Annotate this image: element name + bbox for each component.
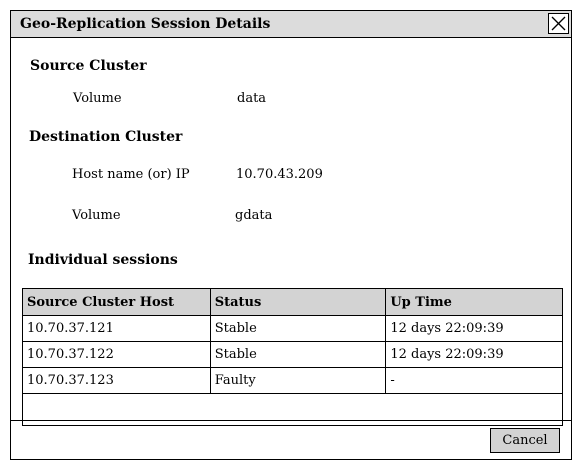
close-button[interactable] xyxy=(548,13,569,34)
column-header-status[interactable]: Status xyxy=(209,288,387,316)
table-header-row: Source Cluster Host Status Up Time xyxy=(22,288,563,316)
close-icon xyxy=(551,16,566,31)
row-status: Stable xyxy=(209,341,387,368)
row-source-host: 10.70.37.123 xyxy=(22,367,211,394)
destination-host-value: 10.70.43.209 xyxy=(236,167,323,182)
source-volume-label: Volume xyxy=(73,91,122,106)
destination-volume-label: Volume xyxy=(72,208,121,223)
source-volume-value: data xyxy=(237,91,267,106)
row-status: Faulty xyxy=(209,367,387,394)
geo-replication-dialog: Geo-Replication Session Details Source C… xyxy=(10,10,572,460)
source-cluster-heading: Source Cluster xyxy=(30,58,147,74)
table-row[interactable]: 10.70.37.122 Stable 12 days 22:09:39 xyxy=(22,341,563,368)
sessions-table: Source Cluster Host Status Up Time 10.70… xyxy=(22,288,563,394)
column-header-up-time[interactable]: Up Time xyxy=(385,288,563,316)
cancel-button[interactable]: Cancel xyxy=(490,428,560,453)
row-up-time: 12 days 22:09:39 xyxy=(385,315,563,342)
destination-cluster-heading: Destination Cluster xyxy=(29,129,183,145)
row-status: Stable xyxy=(209,315,387,342)
row-source-host: 10.70.37.121 xyxy=(22,315,211,342)
destination-volume-value: gdata xyxy=(235,208,273,223)
row-source-host: 10.70.37.122 xyxy=(22,341,211,368)
table-row[interactable]: 10.70.37.121 Stable 12 days 22:09:39 xyxy=(22,315,563,342)
footer-divider xyxy=(11,420,571,421)
individual-sessions-heading: Individual sessions xyxy=(28,252,178,268)
row-up-time: 12 days 22:09:39 xyxy=(385,341,563,368)
column-header-source-host[interactable]: Source Cluster Host xyxy=(22,288,211,316)
row-up-time: - xyxy=(385,367,563,394)
table-row[interactable]: 10.70.37.123 Faulty - xyxy=(22,367,563,394)
dialog-title-bar[interactable]: Geo-Replication Session Details xyxy=(11,11,571,38)
dialog-title: Geo-Replication Session Details xyxy=(20,16,271,32)
destination-host-label: Host name (or) IP xyxy=(72,167,190,182)
